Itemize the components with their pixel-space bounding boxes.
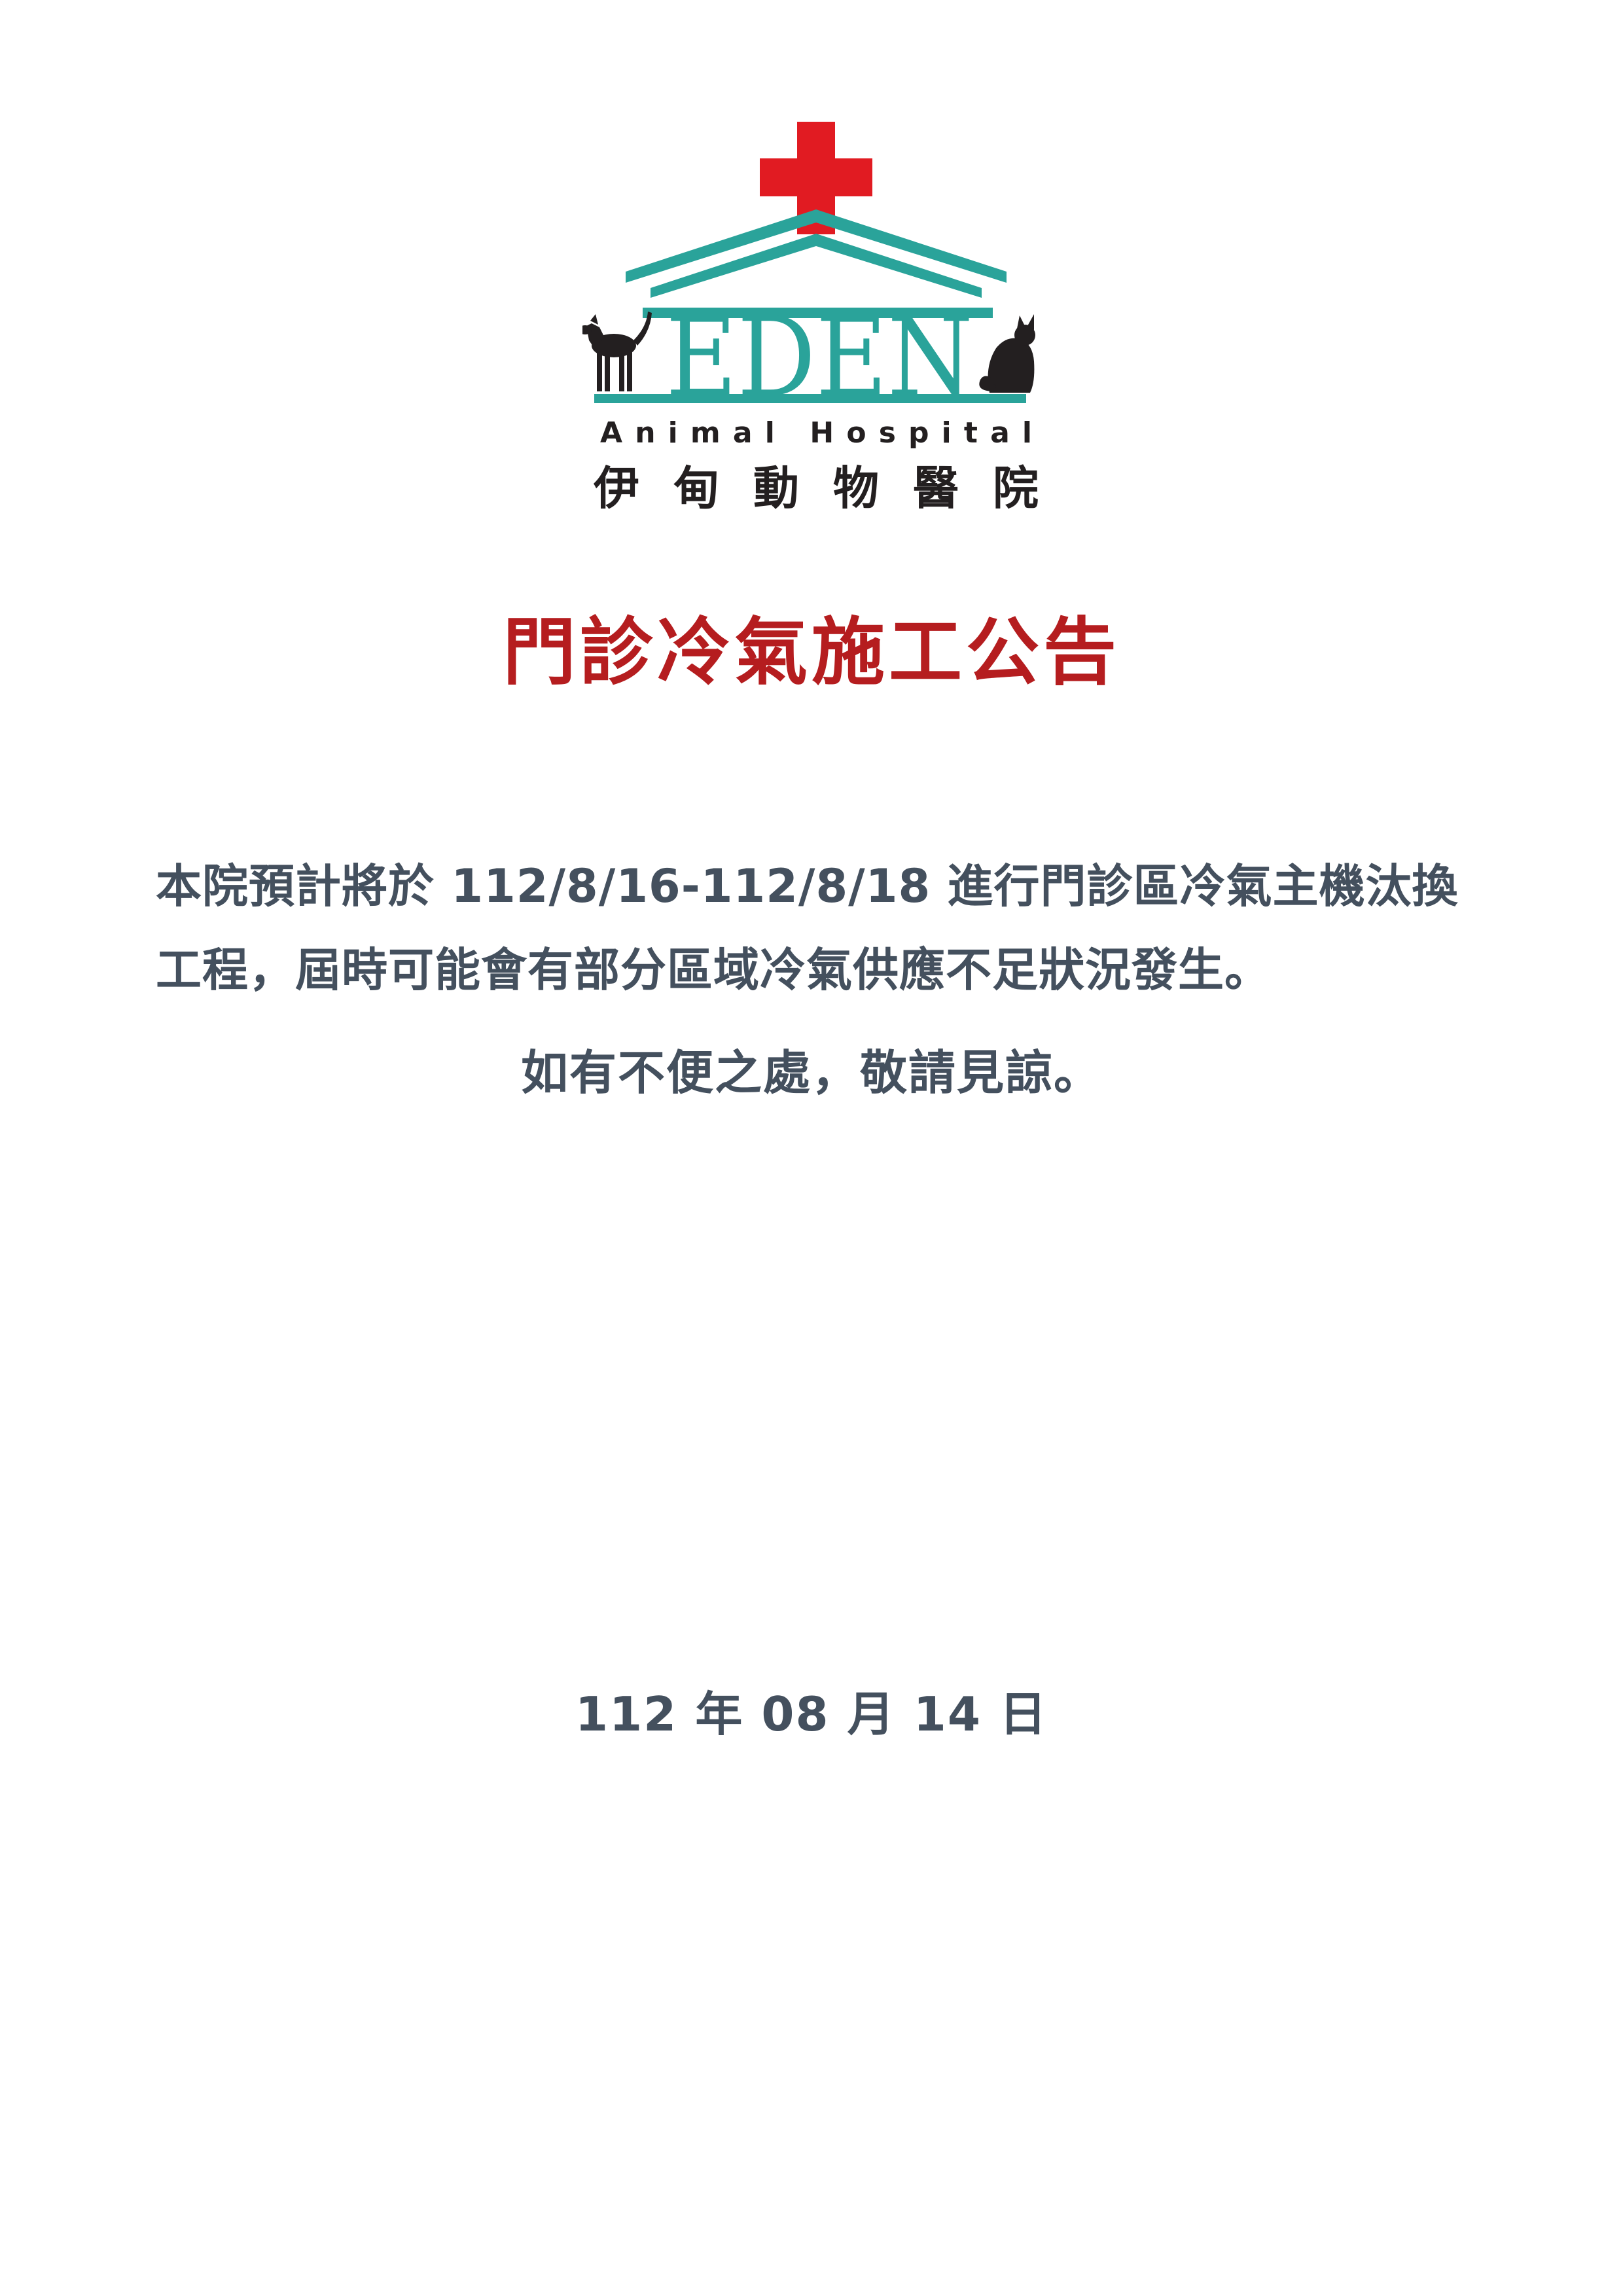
logo-base-line [594,394,1026,403]
notice-body-line: 工程，屆時可能會有部分區域冷氣供應不足狀況發生。 [156,943,1271,997]
eden-logo-graphic: EDEN Animal Hospital 伊甸動物醫院 [582,122,1039,515]
notice-body: 本院預計將於 112/8/16-112/8/18 進行門診區冷氣主機汰換 工程，… [156,844,1504,1012]
logo-subtitle-en: Animal Hospital [600,416,1032,450]
cat-icon [979,314,1035,393]
notice-body-line: 本院預計將於 112/8/16-112/8/18 進行門診區冷氣主機汰換 [156,859,1459,913]
dog-icon [582,312,652,391]
notice-apology: 如有不便之處，敬請見諒。 [520,1045,1102,1100]
notice-title: 門診冷氣施工公告 [503,610,1120,695]
notice-date: 112 年 08 月 14 日 [575,1687,1048,1742]
logo-subtitle-zh: 伊甸動物醫院 [593,461,1039,515]
eden-logo: EDEN Animal Hospital 伊甸動物醫院 [582,118,1041,524]
notice-page: EDEN Animal Hospital 伊甸動物醫院 門診冷氣施工公告 本院預… [0,0,1623,2296]
